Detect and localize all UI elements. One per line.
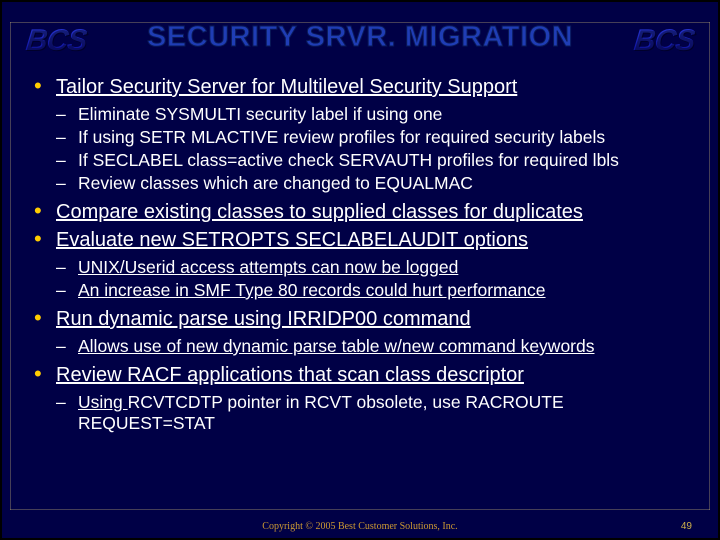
copyright: Copyright © 2005 Best Customer Solutions… (2, 521, 718, 532)
sub-list: UNIX/Userid access attempts can now be l… (56, 257, 698, 301)
bullet-item: Compare existing classes to supplied cla… (30, 200, 698, 225)
sub-item: If SECLABEL class=active check SERVAUTH … (56, 150, 698, 171)
bullet-item: Tailor Security Server for Multilevel Se… (30, 75, 698, 194)
logo-left: BCS (24, 24, 88, 58)
sub-text: RCVTCDTP pointer in RCVT obsolete, use R… (78, 392, 564, 433)
bullet-text: Review RACF applications that scan class… (56, 364, 524, 386)
bullet-text: Run dynamic parse using IRRIDP00 command (56, 308, 471, 330)
sub-list: Using RCVTCDTP pointer in RCVT obsolete,… (56, 392, 698, 434)
sub-item: UNIX/Userid access attempts can now be l… (56, 257, 698, 278)
sub-item: Eliminate SYSMULTI security label if usi… (56, 104, 698, 125)
sub-list: Eliminate SYSMULTI security label if usi… (56, 104, 698, 194)
rule (709, 22, 710, 510)
sub-item: Allows use of new dynamic parse table w/… (56, 336, 698, 357)
bullet-item: Run dynamic parse using IRRIDP00 command… (30, 307, 698, 357)
slide-title: SECURITY SRVR. MIGRATION (147, 21, 573, 54)
bullet-text: Tailor Security Server for Multilevel Se… (56, 76, 517, 98)
sub-text-underlined: Using (78, 392, 128, 412)
sub-list: Allows use of new dynamic parse table w/… (56, 336, 698, 357)
sub-item: An increase in SMF Type 80 records could… (56, 280, 698, 301)
bullet-text: Evaluate new SETROPTS SECLABELAUDIT opti… (56, 229, 528, 251)
sub-item: Review classes which are changed to EQUA… (56, 173, 698, 194)
bullet-item: Review RACF applications that scan class… (30, 363, 698, 434)
rule (10, 509, 710, 510)
content: Tailor Security Server for Multilevel Se… (2, 75, 718, 434)
bullet-item: Evaluate new SETROPTS SECLABELAUDIT opti… (30, 228, 698, 301)
slide: BCS SECURITY SRVR. MIGRATION BCS Tailor … (0, 0, 720, 540)
bullet-text: Compare existing classes to supplied cla… (56, 201, 583, 223)
bullet-list: Tailor Security Server for Multilevel Se… (30, 75, 698, 434)
header: BCS SECURITY SRVR. MIGRATION BCS (2, 2, 718, 72)
sub-item: If using SETR MLACTIVE review profiles f… (56, 127, 698, 148)
rule (10, 22, 11, 510)
page-number: 49 (681, 521, 692, 532)
logo-right: BCS (632, 24, 696, 58)
sub-item: Using RCVTCDTP pointer in RCVT obsolete,… (56, 392, 698, 434)
